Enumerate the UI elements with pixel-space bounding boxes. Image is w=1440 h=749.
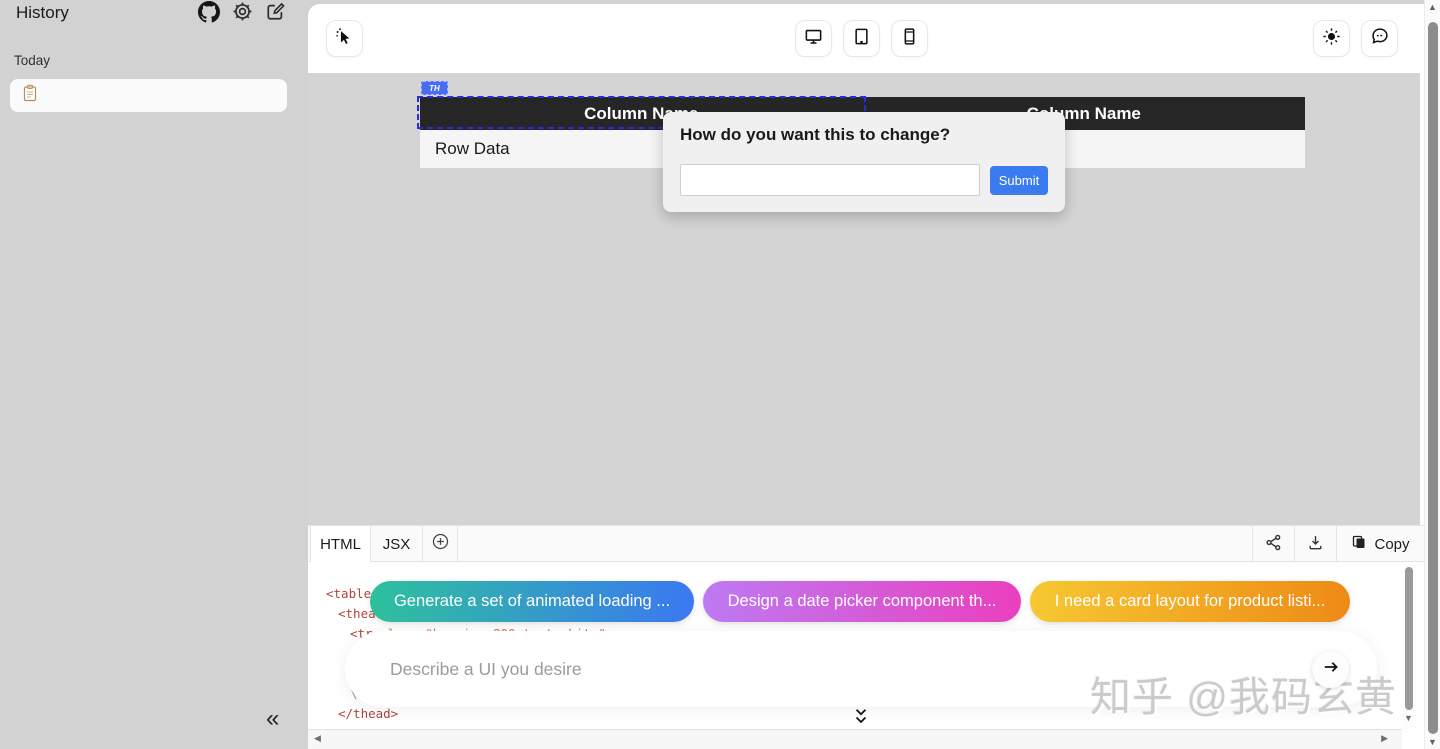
github-button[interactable] [198, 0, 220, 28]
desktop-icon [804, 27, 823, 51]
compose-icon [265, 1, 286, 27]
popup-title: How do you want this to change? [680, 125, 951, 144]
share-button[interactable] [1252, 526, 1294, 562]
code-vertical-scrollbar[interactable]: ▼ [1402, 562, 1416, 729]
suggestion-pill-loading[interactable]: Generate a set of animated loading ... [370, 581, 694, 622]
edit-element-popup: How do you want this to change? Submit [663, 112, 1065, 212]
share-icon [1265, 534, 1282, 555]
window-vertical-scrollbar[interactable]: ▲ ▼ [1424, 0, 1440, 749]
download-button[interactable] [1294, 526, 1336, 562]
history-sidebar: History Today « [0, 0, 300, 749]
feedback-button[interactable] [1361, 20, 1398, 57]
scroll-right-arrow[interactable]: ▶ [1381, 733, 1388, 744]
arrow-right-icon [1322, 658, 1340, 681]
mobile-view-button[interactable] [891, 20, 928, 57]
download-icon [1307, 534, 1324, 555]
collapse-sidebar-button[interactable]: « [266, 707, 279, 731]
describe-ui-input[interactable] [390, 631, 1250, 707]
selected-tag-badge: TH [421, 81, 448, 95]
scroll-up-arrow[interactable]: ▲ [1428, 2, 1437, 12]
desktop-view-button[interactable] [795, 20, 832, 57]
chat-bubble-icon [1370, 26, 1390, 51]
scroll-left-arrow[interactable]: ◀ [314, 733, 321, 744]
gear-icon [232, 1, 253, 27]
mobile-icon [900, 27, 919, 51]
sidebar-title: History [16, 3, 69, 22]
github-icon [198, 0, 220, 28]
tab-html[interactable]: HTML [310, 526, 371, 562]
app-root: History Today « Column Name Column Name … [0, 0, 1440, 749]
copy-code-button[interactable]: Copy [1336, 526, 1424, 562]
tablet-icon [852, 27, 871, 51]
suggestion-pill-cardlayout[interactable]: I need a card layout for product listi..… [1030, 581, 1350, 622]
code-horizontal-scrollbar[interactable]: ◀ ▶ [308, 729, 1402, 749]
code-tabbar: HTML JSX Copy [308, 525, 1424, 562]
new-chat-button[interactable] [264, 1, 286, 27]
tab-jsx[interactable]: JSX [371, 526, 423, 562]
sun-icon [1322, 27, 1341, 51]
add-tab-button[interactable] [423, 526, 458, 562]
cursor-sparkle-icon [335, 27, 354, 51]
theme-toggle-button[interactable] [1313, 20, 1350, 57]
settings-button[interactable] [231, 1, 253, 27]
suggestion-pill-datepicker[interactable]: Design a date picker component th... [703, 581, 1021, 622]
scrollbar-thumb[interactable] [1428, 22, 1438, 734]
select-tool-button[interactable] [326, 20, 363, 57]
prompt-bar [345, 631, 1377, 707]
copy-label: Copy [1374, 535, 1410, 553]
history-section-label: Today [14, 53, 51, 68]
double-chevron-down-icon [852, 707, 870, 732]
scrollbar-thumb[interactable] [1405, 567, 1413, 710]
plus-circle-icon [432, 533, 449, 555]
scroll-down-arrow[interactable]: ▼ [1404, 713, 1413, 723]
scroll-down-arrow[interactable]: ▼ [1428, 737, 1437, 747]
change-request-input[interactable] [680, 164, 980, 196]
history-item[interactable] [10, 79, 287, 112]
tablet-view-button[interactable] [843, 20, 880, 57]
clipboard-icon [22, 84, 38, 107]
copy-icon [1351, 534, 1367, 554]
expand-panel-button[interactable] [849, 708, 873, 730]
submit-button[interactable]: Submit [990, 166, 1048, 195]
send-prompt-button[interactable] [1312, 651, 1349, 688]
